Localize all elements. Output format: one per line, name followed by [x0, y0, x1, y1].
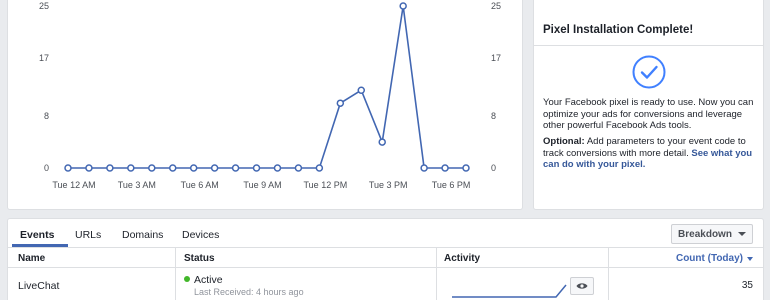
data-point[interactable]	[357, 86, 366, 94]
breakdown-button[interactable]: Breakdown	[671, 224, 753, 244]
tab-devices[interactable]: Devices	[182, 229, 219, 241]
status-indicator	[184, 276, 190, 282]
count-header-label: Count (Today)	[675, 253, 743, 264]
optional-note: Optional: Add parameters to your event c…	[543, 136, 757, 171]
column-header-activity[interactable]: Activity	[444, 253, 480, 264]
divider	[534, 45, 763, 46]
data-point[interactable]	[231, 164, 240, 172]
data-point[interactable]	[168, 164, 177, 172]
data-point[interactable]	[189, 164, 198, 172]
pixel-status-message: Your Facebook pixel is ready to use. Now…	[543, 97, 754, 131]
series-line	[68, 5, 466, 169]
x-tick-label: Tue 12 PM	[304, 180, 348, 190]
column-header-count[interactable]: Count (Today)	[676, 253, 753, 264]
column-header-status[interactable]: Status	[184, 253, 215, 264]
y-tick-label-left: 17	[39, 53, 49, 63]
last-received: Last Received: 4 hours ago	[194, 287, 304, 297]
optional-label: Optional:	[543, 136, 585, 147]
event-count: 35	[741, 280, 753, 291]
data-point[interactable]	[294, 164, 303, 172]
x-tick-label: Tue 12 AM	[52, 180, 95, 190]
table-header: Name Status Activity Count (Today)	[8, 248, 763, 268]
data-point[interactable]	[336, 99, 345, 107]
tab-events[interactable]: Events	[20, 229, 54, 241]
view-event-button[interactable]	[570, 277, 594, 295]
pixel-status-panel: Pixel Installation Complete! Your Facebo…	[533, 0, 764, 210]
data-point[interactable]	[64, 164, 72, 172]
x-tick-label: Tue 9 AM	[243, 180, 281, 190]
data-point[interactable]	[273, 164, 282, 172]
x-tick-label: Tue 6 AM	[181, 180, 219, 190]
column-header-name[interactable]: Name	[18, 253, 45, 264]
data-point[interactable]	[441, 164, 449, 172]
y-tick-label-left: 25	[39, 1, 49, 11]
status-text: Active	[194, 274, 223, 286]
activity-line-chart: 25 2517 178 80 0Tue 12 AM Tue 3 AM Tue 6 AM Tue…	[39, 1, 501, 190]
table-row[interactable]: LiveChat Active Last Received: 4 hours a…	[8, 269, 763, 300]
x-tick-label: Tue 6 PM	[432, 180, 471, 190]
activity-sparkline	[452, 284, 567, 298]
data-point[interactable]	[85, 164, 93, 172]
x-tick-label: Tue 3 PM	[369, 180, 408, 190]
y-tick-label-right: 0	[491, 163, 496, 173]
sort-caret-icon	[747, 256, 753, 261]
data-point[interactable]	[420, 164, 428, 172]
data-point[interactable]	[315, 164, 324, 172]
data-point[interactable]	[399, 2, 407, 10]
data-point[interactable]	[148, 164, 156, 172]
y-tick-label-left: 8	[44, 111, 49, 121]
table-tabs: Events URLs Domains Devices Breakdown	[8, 219, 763, 247]
y-tick-label-left: 0	[44, 163, 49, 173]
y-tick-label-right: 8	[491, 111, 496, 121]
events-table-panel: Events URLs Domains Devices Breakdown Na…	[7, 218, 764, 300]
event-name: LiveChat	[18, 280, 60, 292]
y-tick-label-right: 25	[491, 1, 501, 11]
y-tick-label-right: 17	[491, 53, 501, 63]
caret-down-icon	[737, 232, 746, 236]
activity-chart-panel: 25 25 17 17 8 8 0 0 Tue 12 AM Tue 3 AM Tue 6 AM Tue…	[7, 0, 523, 210]
x-tick-label: Tue 3 AM	[118, 180, 156, 190]
check-circle-icon	[632, 55, 666, 89]
data-point[interactable]	[127, 164, 135, 172]
eye-icon	[576, 283, 588, 289]
breakdown-label: Breakdown	[678, 228, 732, 240]
pixel-status-title: Pixel Installation Complete!	[543, 24, 694, 36]
data-point[interactable]	[462, 164, 470, 172]
tab-domains[interactable]: Domains	[122, 229, 163, 241]
data-point[interactable]	[106, 164, 114, 172]
data-point[interactable]	[210, 164, 219, 172]
data-point[interactable]	[252, 164, 261, 172]
data-point[interactable]	[378, 138, 386, 146]
tab-urls[interactable]: URLs	[75, 229, 101, 241]
